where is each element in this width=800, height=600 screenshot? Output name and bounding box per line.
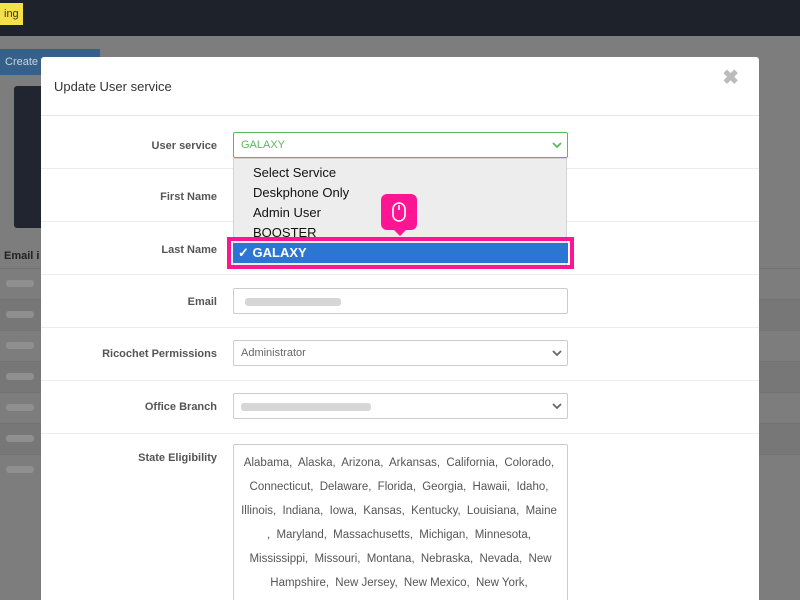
- env-badge: ing: [0, 3, 23, 25]
- state-item[interactable]: Hawaii,: [473, 481, 511, 493]
- state-items: Alabama, Alaska, Arizona, Arkansas, Cali…: [241, 457, 560, 589]
- dropdown-option-select-service[interactable]: Select Service: [253, 165, 336, 180]
- form-row-office-branch: Office Branch: [41, 381, 759, 434]
- chevron-down-icon: [552, 403, 562, 410]
- app-topbar: ing: [0, 0, 800, 36]
- state-eligibility-label: State Eligibility: [138, 452, 217, 464]
- form-row-ricochet-permissions: Ricochet Permissions Administrator: [41, 328, 759, 381]
- state-eligibility-list[interactable]: Alabama, Alaska, Arizona, Arkansas, Cali…: [233, 444, 568, 600]
- user-service-select[interactable]: GALAXY: [233, 132, 568, 158]
- close-icon[interactable]: ✖: [722, 65, 739, 90]
- state-item[interactable]: New York,: [476, 577, 528, 589]
- office-branch-select[interactable]: [233, 393, 568, 419]
- form-row-email: Email: [41, 275, 759, 328]
- state-item[interactable]: Kansas,: [363, 505, 405, 517]
- email-label: Email: [187, 296, 217, 308]
- office-branch-label: Office Branch: [144, 401, 217, 413]
- office-branch-value-redacted: [241, 403, 371, 411]
- modal-header: Update User service ✖: [41, 57, 759, 116]
- state-item[interactable]: Montana,: [367, 553, 415, 565]
- state-item[interactable]: Louisiana,: [467, 505, 519, 517]
- state-item[interactable]: Maine: [526, 505, 557, 517]
- background-panel: [14, 86, 44, 228]
- state-item[interactable]: Florida,: [378, 481, 416, 493]
- user-service-label: User service: [151, 140, 217, 152]
- dropdown-option-deskphone-only[interactable]: Deskphone Only: [253, 185, 349, 200]
- mouse-click-icon: [381, 194, 417, 236]
- state-item[interactable]: Nebraska,: [421, 553, 473, 565]
- ricochet-permissions-value: Administrator: [241, 347, 306, 359]
- ricochet-permissions-label: Ricochet Permissions: [102, 348, 217, 360]
- selected-option-highlight: ✓ GALAXY: [227, 237, 574, 269]
- chevron-down-icon: [552, 142, 562, 149]
- state-item[interactable]: Kentucky,: [411, 505, 461, 517]
- state-item[interactable]: Delaware,: [320, 481, 372, 493]
- state-item[interactable]: New Mexico,: [404, 577, 470, 589]
- state-item[interactable]: Alaska,: [298, 457, 336, 469]
- email-value-redacted: [245, 298, 341, 306]
- first-name-label: First Name: [160, 191, 217, 203]
- state-item[interactable]: Maryland,: [276, 529, 327, 541]
- table-header-email: Email i: [4, 250, 40, 262]
- state-item[interactable]: Idaho,: [516, 481, 548, 493]
- state-item[interactable]: Arkansas,: [389, 457, 440, 469]
- state-item[interactable]: Indiana,: [282, 505, 323, 517]
- state-item[interactable]: New Jersey,: [335, 577, 397, 589]
- state-item[interactable]: Illinois,: [241, 505, 276, 517]
- dropdown-option-galaxy[interactable]: ✓ GALAXY: [233, 243, 568, 263]
- state-item[interactable]: Nevada,: [479, 553, 522, 565]
- state-item[interactable]: Arizona,: [341, 457, 383, 469]
- state-item[interactable]: Colorado,: [504, 457, 554, 469]
- state-item[interactable]: Michigan,: [419, 529, 468, 541]
- email-field[interactable]: [233, 288, 568, 314]
- state-item[interactable]: Georgia,: [422, 481, 466, 493]
- state-item[interactable]: Connecticut,: [250, 481, 314, 493]
- mouse-icon: [392, 202, 406, 222]
- state-item[interactable]: Missouri,: [314, 553, 360, 565]
- state-item[interactable]: Alabama,: [244, 457, 293, 469]
- state-item[interactable]: Mississippi,: [249, 553, 308, 565]
- state-item[interactable]: ,: [267, 529, 270, 541]
- state-item[interactable]: Iowa,: [330, 505, 358, 517]
- dropdown-option-admin-user[interactable]: Admin User: [253, 205, 321, 220]
- ricochet-permissions-select[interactable]: Administrator: [233, 340, 568, 366]
- modal-title: Update User service: [54, 79, 172, 94]
- state-item[interactable]: Minnesota,: [475, 529, 531, 541]
- last-name-label: Last Name: [161, 244, 217, 256]
- state-item[interactable]: Massachusetts,: [333, 529, 413, 541]
- user-service-value: GALAXY: [241, 139, 286, 151]
- state-item[interactable]: California,: [446, 457, 498, 469]
- chevron-down-icon: [552, 350, 562, 357]
